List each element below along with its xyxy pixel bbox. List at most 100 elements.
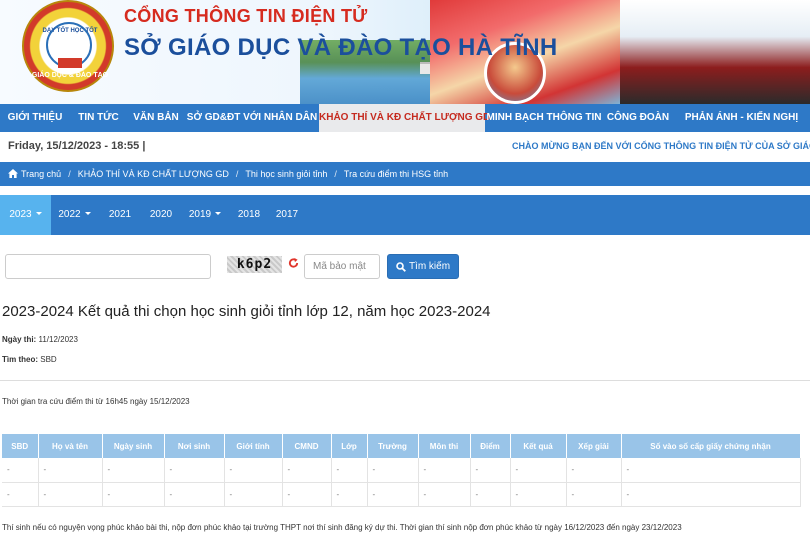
breadcrumb-separator: / <box>68 169 71 179</box>
year-tab-2022[interactable]: 2022 <box>51 195 98 235</box>
breadcrumb-home-label: Trang chủ <box>21 169 62 179</box>
year-tab-label: 2017 <box>275 209 299 220</box>
department-name: SỞ GIÁO DỤC VÀ ĐÀO TẠO HÀ TĨNH <box>124 34 558 61</box>
current-date: Friday, 15/12/2023 - 18:55 | <box>8 140 146 152</box>
column-header: SBD <box>2 434 39 458</box>
main-nav: GIỚI THIỆU TIN TỨC VĂN BẢN SỞ GD&ĐT VỚI … <box>0 104 810 132</box>
portal-name: CỔNG THÔNG TIN ĐIỆN TỬ <box>124 6 368 26</box>
year-tab-label: 2018 <box>237 209 261 220</box>
year-tab-label: 2019 <box>188 209 212 220</box>
year-tab-2023[interactable]: 2023 <box>0 195 51 235</box>
year-tabs: 2023 2022 2021 2020 2019 2018 2017 <box>0 195 810 235</box>
nav-item-so-gddt-voi-nhan-dan[interactable]: SỞ GD&ĐT VỚI NHÂN DÂN <box>185 104 319 132</box>
column-header: Nơi sinh <box>164 434 225 458</box>
table-cell: - <box>38 482 103 507</box>
caret-down-icon <box>35 212 42 215</box>
table-cell: - <box>331 482 368 507</box>
banner-graduation-photo <box>620 0 810 104</box>
column-header: Xếp giải <box>566 434 622 458</box>
breadcrumb-khao-thi[interactable]: KHẢO THÍ VÀ KĐ CHẤT LƯỢNG GD <box>78 169 229 179</box>
info-bar: Friday, 15/12/2023 - 18:55 | CHÀO MỪNG B… <box>0 132 810 162</box>
year-tab-label: 2021 <box>108 209 132 220</box>
search-by-label: Tìm theo: <box>2 355 38 364</box>
search-button-label: Tìm kiếm <box>408 261 451 272</box>
results-table: SBD Họ và tên Ngày sinh Nơi sinh Giới tí… <box>2 434 801 507</box>
caret-down-icon <box>215 212 222 215</box>
exam-date-label: Ngày thi: <box>2 335 37 344</box>
table-row: - - - - - - - - - - - - - <box>2 482 801 507</box>
year-tab-label: 2020 <box>149 209 173 220</box>
captcha-image: k6p2 <box>227 256 282 273</box>
year-tab-2021[interactable]: 2021 <box>98 195 142 235</box>
year-tab-label: 2023 <box>9 209 32 220</box>
search-by-value: SBD <box>40 355 57 364</box>
column-header: CMND <box>282 434 332 458</box>
table-cell: - <box>331 458 368 483</box>
search-button[interactable]: Tìm kiếm <box>387 254 459 279</box>
nav-item-tin-tuc[interactable]: TIN TỨC <box>70 104 127 132</box>
book-icon <box>58 58 82 68</box>
table-cell: - <box>38 458 103 483</box>
site-banner: DẠY TỐT HỌC TỐT GIÁO DỤC & ĐÀO TẠO CỔNG … <box>0 0 810 104</box>
table-cell: - <box>282 458 332 483</box>
table-cell: - <box>2 482 39 507</box>
table-cell: - <box>566 458 622 483</box>
captcha-input[interactable] <box>304 254 380 279</box>
welcome-marquee: CHÀO MỪNG BẠN ĐẾN VỚI CỔNG THÔNG TIN ĐIỆ… <box>512 141 810 151</box>
table-cell: - <box>510 482 567 507</box>
nav-item-phan-anh-kien-nghi[interactable]: PHẢN ÁNH - KIẾN NGHỊ <box>673 104 810 132</box>
breadcrumb-hsg-tinh[interactable]: Thi học sinh giỏi tỉnh <box>245 169 327 179</box>
column-header: Ngày sinh <box>102 434 165 458</box>
search-by: Tìm theo: SBD <box>2 355 57 364</box>
column-header: Điểm <box>470 434 511 458</box>
column-header: Trường <box>367 434 419 458</box>
column-header: Môn thi <box>418 434 471 458</box>
table-cell: - <box>164 458 225 483</box>
table-cell: - <box>367 482 419 507</box>
exam-date: Ngày thi: 11/12/2023 <box>2 335 78 344</box>
logo-caption: GIÁO DỤC & ĐÀO TẠO <box>31 72 109 79</box>
table-cell: - <box>566 482 622 507</box>
breadcrumb: Trang chủ / KHẢO THÍ VÀ KĐ CHẤT LƯỢNG GD… <box>0 162 810 186</box>
nav-item-khao-thi[interactable]: KHẢO THÍ VÀ KĐ CHẤT LƯỢNG GD <box>319 104 490 132</box>
column-header: Lớp <box>331 434 368 458</box>
logo-motto: DẠY TỐT HỌC TỐT <box>42 28 98 34</box>
year-tab-2020[interactable]: 2020 <box>142 195 180 235</box>
exam-date-value: 11/12/2023 <box>38 335 78 344</box>
home-icon <box>8 169 18 178</box>
breadcrumb-separator: / <box>334 169 337 179</box>
nav-item-minh-bach-thong-tin[interactable]: MINH BẠCH THÔNG TIN <box>485 104 603 132</box>
breadcrumb-tra-cuu[interactable]: Tra cứu điểm thi HSG tỉnh <box>344 169 448 179</box>
year-tab-label: 2022 <box>58 209 81 220</box>
year-tab-2019[interactable]: 2019 <box>180 195 230 235</box>
table-cell: - <box>621 482 801 507</box>
table-cell: - <box>470 458 511 483</box>
table-cell: - <box>2 458 39 483</box>
table-cell: - <box>470 482 511 507</box>
table-cell: - <box>102 482 165 507</box>
nav-item-van-ban[interactable]: VĂN BẢN <box>127 104 185 132</box>
department-logo[interactable]: DẠY TỐT HỌC TỐT GIÁO DỤC & ĐÀO TẠO <box>22 0 114 92</box>
lookup-time: Thời gian tra cứu điểm thi từ 16h45 ngày… <box>2 397 190 406</box>
year-tab-2017[interactable]: 2017 <box>268 195 306 235</box>
table-row: - - - - - - - - - - - - - <box>2 458 801 483</box>
table-cell: - <box>418 482 471 507</box>
breadcrumb-separator: / <box>235 169 239 179</box>
search-input[interactable] <box>5 254 211 279</box>
search-icon <box>396 261 406 272</box>
year-tab-2018[interactable]: 2018 <box>230 195 268 235</box>
table-cell: - <box>367 458 419 483</box>
refresh-icon[interactable] <box>288 257 299 269</box>
table-cell: - <box>224 458 283 483</box>
table-cell: - <box>102 458 165 483</box>
page-title: 2023-2024 Kết quả thi chọn học sinh giỏi… <box>2 303 491 320</box>
table-cell: - <box>224 482 283 507</box>
breadcrumb-home[interactable]: Trang chủ <box>8 169 61 179</box>
table-cell: - <box>418 458 471 483</box>
nav-item-gioi-thieu[interactable]: GIỚI THIỆU <box>0 104 70 132</box>
column-header: Kết quả <box>510 434 567 458</box>
table-cell: - <box>164 482 225 507</box>
table-cell: - <box>282 482 332 507</box>
nav-item-cong-doan[interactable]: CÔNG ĐOÀN <box>603 104 673 132</box>
table-cell: - <box>510 458 567 483</box>
